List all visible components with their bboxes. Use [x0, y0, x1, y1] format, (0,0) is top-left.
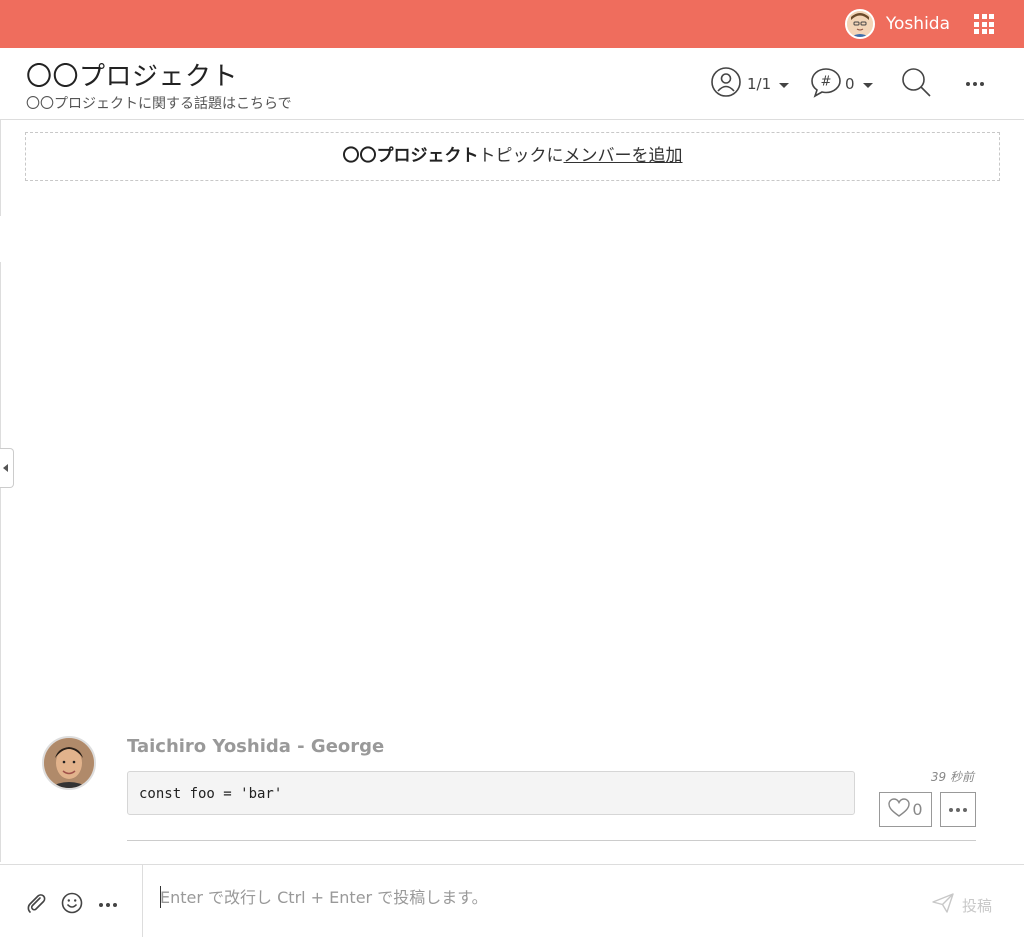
more-horizontal-icon — [949, 807, 967, 812]
user-avatar-icon — [844, 9, 875, 39]
hashtags-button[interactable]: # 0 — [810, 68, 873, 100]
topic-header: 〇〇プロジェクト 〇〇プロジェクトに関する話題はこちらで 1/1 # 0 — [0, 48, 1024, 120]
smiley-icon — [61, 892, 83, 918]
heart-icon — [888, 797, 911, 822]
text-cursor — [160, 886, 161, 908]
more-options-button[interactable] — [966, 68, 984, 100]
user-name: Yoshida — [885, 14, 950, 34]
like-count: 0 — [912, 800, 923, 819]
sidebar-toggle-icon[interactable] — [0, 448, 14, 488]
hashtag-bubble-icon: # — [810, 66, 842, 102]
hashtags-count: 0 — [845, 75, 855, 93]
message-divider — [127, 840, 976, 841]
members-button[interactable]: 1/1 — [710, 66, 790, 102]
more-horizontal-icon — [99, 903, 117, 907]
members-count: 1/1 — [747, 75, 772, 93]
search-icon — [900, 66, 932, 102]
chevron-down-icon — [779, 82, 790, 88]
chevron-down-icon — [862, 82, 873, 88]
paper-plane-icon — [932, 893, 954, 917]
page-subtitle: 〇〇プロジェクトに関する話題はこちらで — [26, 96, 292, 112]
message-composer: 投稿 — [0, 864, 1024, 937]
message-author[interactable]: Taichiro Yoshida - George — [127, 736, 384, 757]
author-avatar[interactable] — [42, 736, 96, 790]
message-input[interactable] — [160, 879, 860, 915]
send-button[interactable]: 投稿 — [932, 893, 992, 917]
send-label: 投稿 — [962, 896, 993, 915]
composer-more-button[interactable] — [96, 893, 120, 917]
user-menu[interactable]: Yoshida — [844, 9, 950, 39]
topic-name: 〇〇プロジェクト — [342, 146, 479, 166]
message-timestamp: 39 秒前 — [930, 770, 974, 784]
search-button[interactable] — [900, 68, 932, 100]
add-member-banner: 〇〇プロジェクトトピックにメンバーを追加 — [25, 132, 1000, 181]
left-border — [0, 120, 1, 216]
emoji-button[interactable] — [60, 892, 84, 918]
apps-grid-icon[interactable] — [974, 14, 994, 34]
left-border — [0, 262, 1, 862]
like-button[interactable]: 0 — [879, 792, 932, 827]
add-member-link[interactable]: メンバーを追加 — [564, 146, 683, 166]
paperclip-icon — [25, 892, 47, 918]
message-code-block: const foo = 'bar' — [127, 771, 855, 815]
add-member-text: トピックに — [478, 146, 564, 166]
top-bar: Yoshida — [0, 0, 1024, 48]
composer-toolbar — [0, 865, 143, 937]
message-more-button[interactable] — [940, 792, 976, 827]
member-icon — [710, 66, 742, 102]
more-horizontal-icon — [966, 82, 984, 86]
svg-text:#: # — [821, 75, 832, 90]
attach-button[interactable] — [24, 893, 48, 917]
page-title: 〇〇プロジェクト — [26, 62, 239, 92]
